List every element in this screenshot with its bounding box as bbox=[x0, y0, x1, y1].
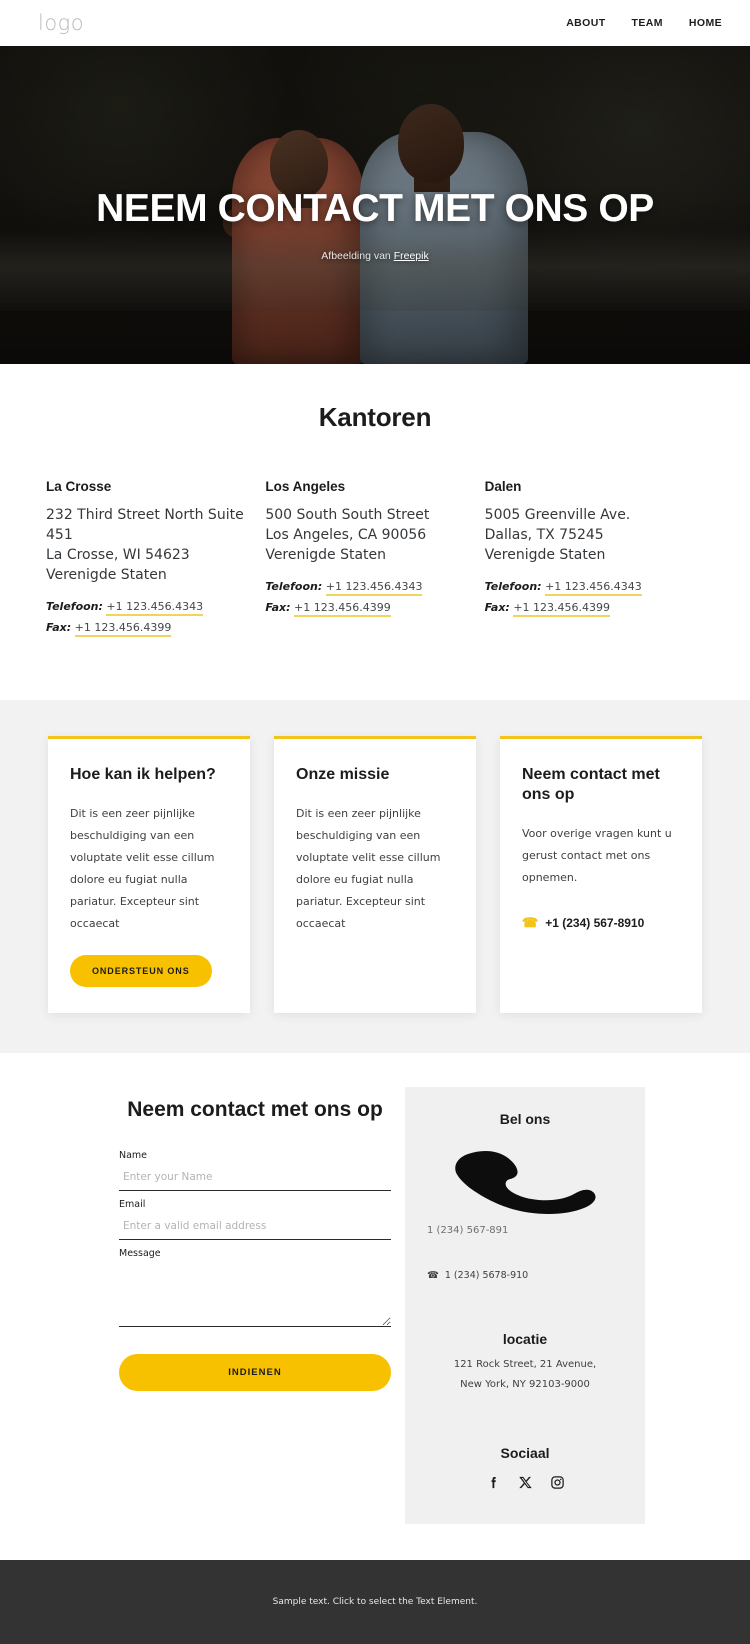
office-phone-row: Telefoon: +1 123.456.4343 bbox=[484, 579, 704, 596]
office-name: Los Angeles bbox=[265, 479, 346, 494]
site-header: logo ABOUT TEAM HOME bbox=[0, 0, 750, 46]
hero-credit-prefix: Afbeelding van bbox=[321, 249, 394, 262]
phone-icon: ☎ bbox=[427, 1269, 439, 1281]
office-address: 232 Third Street North Suite 451 La Cros… bbox=[46, 507, 244, 583]
office-fax-label: Fax: bbox=[265, 600, 291, 614]
field-name: Name bbox=[119, 1150, 391, 1191]
hero-title: NEEM CONTACT MET ONS OP bbox=[96, 187, 654, 231]
contact-form: Neem contact met ons op Name Email Messa… bbox=[105, 1087, 405, 1524]
hero-credit-link[interactable]: Freepik bbox=[394, 250, 429, 262]
support-us-button[interactable]: ONDERSTEUN ONS bbox=[70, 954, 212, 987]
phone-handset-icon bbox=[425, 1135, 625, 1221]
card-phone-link[interactable]: ☎ +1 (234) 567-8910 bbox=[522, 915, 680, 931]
card-title: Hoe kan ik helpen? bbox=[70, 765, 216, 783]
info-card-our-mission: Onze missie Dit is een zeer pijnlijke be… bbox=[274, 735, 476, 1013]
email-field-label: Email bbox=[119, 1198, 146, 1210]
info-cards-grid: Hoe kan ik helpen? Dit is een zeer pijnl… bbox=[0, 735, 750, 1013]
phone-icon: ☎ bbox=[522, 915, 539, 931]
message-field-label: Message bbox=[119, 1247, 161, 1259]
location-address: 121 Rock Street, 21 Avenue, New York, NY… bbox=[453, 1358, 597, 1390]
card-body: Dit is een zeer pijnlijke beschuldiging … bbox=[296, 806, 441, 930]
aside-phone-primary: 1 (234) 567-891 bbox=[427, 1224, 509, 1236]
office-address: 5005 Greenville Ave. Dallas, TX 75245 Ve… bbox=[484, 507, 631, 563]
hero-content: NEEM CONTACT MET ONS OP Afbeelding van F… bbox=[0, 46, 750, 364]
office-phone-row: Telefoon: +1 123.456.4343 bbox=[265, 579, 484, 596]
nav-item-team[interactable]: TEAM bbox=[632, 17, 663, 29]
office-fax-value[interactable]: +1 123.456.4399 bbox=[513, 600, 611, 617]
contact-aside-panel: Bel ons 1 (234) 567-891 ☎ 1 (234) 5678-9… bbox=[405, 1086, 645, 1524]
location-block: locatie 121 Rock Street, 21 Avenue, New … bbox=[425, 1331, 625, 1395]
footer-sample-text[interactable]: Sample text. Click to select the Text El… bbox=[273, 1597, 478, 1607]
aside-phone-secondary-row[interactable]: ☎ 1 (234) 5678-910 bbox=[425, 1270, 625, 1281]
office-phone-value[interactable]: +1 123.456.4343 bbox=[106, 599, 204, 616]
office-fax-label: Fax: bbox=[484, 600, 510, 614]
office-phone-label: Telefoon: bbox=[484, 579, 542, 593]
site-logo[interactable]: logo bbox=[38, 11, 84, 35]
office-fax-row: Fax: +1 123.456.4399 bbox=[265, 600, 484, 617]
office-fax-label: Fax: bbox=[46, 620, 72, 634]
nav-item-about[interactable]: ABOUT bbox=[566, 17, 605, 29]
location-title: locatie bbox=[502, 1330, 548, 1347]
office-fax-row: Fax: +1 123.456.4399 bbox=[46, 620, 265, 637]
x-twitter-icon[interactable] bbox=[518, 1475, 533, 1490]
social-links bbox=[425, 1475, 625, 1490]
page-root: logo ABOUT TEAM HOME NEEM CONTACT MET ON… bbox=[0, 0, 750, 1644]
message-textarea[interactable] bbox=[119, 1264, 391, 1327]
main-navigation: ABOUT TEAM HOME bbox=[566, 17, 722, 29]
info-card-contact-us: Neem contact met ons op Voor overige vra… bbox=[500, 735, 702, 1013]
submit-button[interactable]: INDIENEN bbox=[119, 1353, 391, 1391]
card-title: Onze missie bbox=[296, 765, 390, 783]
office-name: Dalen bbox=[484, 479, 522, 494]
aside-phone-secondary: 1 (234) 5678-910 bbox=[444, 1269, 529, 1281]
social-block: Sociaal bbox=[425, 1445, 625, 1490]
office-phone-label: Telefoon: bbox=[46, 599, 103, 613]
nav-item-home[interactable]: HOME bbox=[689, 17, 722, 29]
office-phone-value[interactable]: +1 123.456.4343 bbox=[325, 579, 423, 596]
office-card-los-angeles: Los Angeles 500 South South Street Los A… bbox=[265, 479, 484, 642]
contact-form-title: Neem contact met ons op bbox=[127, 1097, 383, 1121]
info-cards-section: Hoe kan ik helpen? Dit is een zeer pijnl… bbox=[0, 699, 750, 1053]
office-address: 500 South South Street Los Angeles, CA 9… bbox=[265, 507, 430, 563]
name-input[interactable] bbox=[119, 1166, 391, 1191]
instagram-icon[interactable] bbox=[550, 1475, 565, 1490]
site-footer: Sample text. Click to select the Text El… bbox=[0, 1559, 750, 1644]
hero-banner: NEEM CONTACT MET ONS OP Afbeelding van F… bbox=[0, 46, 750, 364]
facebook-icon[interactable] bbox=[486, 1475, 501, 1490]
offices-grid: La Crosse 232 Third Street North Suite 4… bbox=[0, 479, 750, 642]
office-card-la-crosse: La Crosse 232 Third Street North Suite 4… bbox=[46, 479, 265, 642]
hero-image-credit: Afbeelding van Freepik bbox=[321, 250, 428, 262]
office-name: La Crosse bbox=[46, 479, 112, 494]
office-fax-value[interactable]: +1 123.456.4399 bbox=[294, 600, 391, 617]
field-email: Email bbox=[119, 1199, 391, 1240]
office-fax-row: Fax: +1 123.456.4399 bbox=[484, 600, 704, 617]
info-card-how-can-i-help: Hoe kan ik helpen? Dit is een zeer pijnl… bbox=[48, 735, 250, 1013]
social-title: Sociaal bbox=[500, 1444, 550, 1461]
card-body: Dit is een zeer pijnlijke beschuldiging … bbox=[70, 806, 215, 930]
email-input[interactable] bbox=[119, 1215, 391, 1240]
call-us-title: Bel ons bbox=[499, 1110, 551, 1127]
office-phone-value[interactable]: +1 123.456.4343 bbox=[545, 579, 642, 596]
office-card-dalen: Dalen 5005 Greenville Ave. Dallas, TX 75… bbox=[485, 479, 704, 642]
contact-section: Neem contact met ons op Name Email Messa… bbox=[0, 1052, 750, 1560]
field-message: Message bbox=[119, 1248, 391, 1332]
name-field-label: Name bbox=[119, 1149, 148, 1161]
office-phone-row: Telefoon: +1 123.456.4343 bbox=[46, 599, 265, 616]
offices-section: Kantoren La Crosse 232 Third Street Nort… bbox=[0, 364, 750, 700]
card-phone-number: +1 (234) 567-8910 bbox=[545, 916, 645, 931]
card-title: Neem contact met ons op bbox=[522, 765, 660, 803]
offices-title: Kantoren bbox=[318, 402, 432, 432]
card-body: Voor overige vragen kunt u gerust contac… bbox=[522, 827, 672, 885]
office-phone-label: Telefoon: bbox=[265, 579, 323, 593]
office-fax-value[interactable]: +1 123.456.4399 bbox=[74, 620, 172, 637]
